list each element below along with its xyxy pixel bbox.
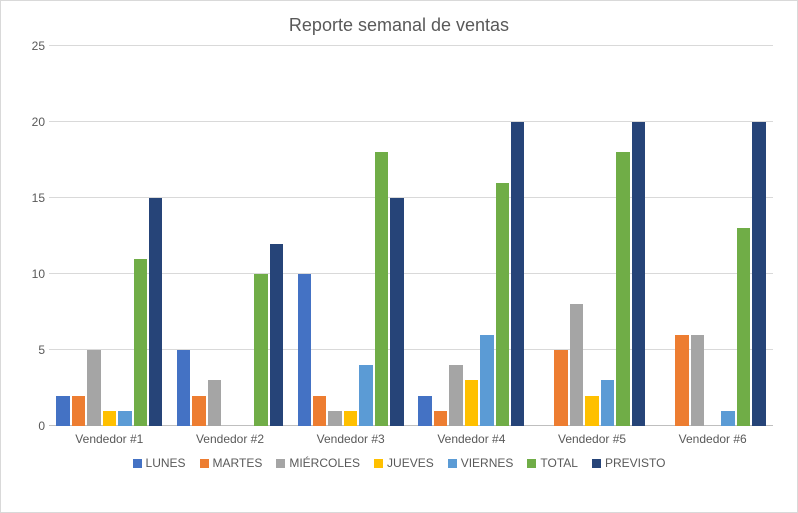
y-tick-label: 15 <box>32 191 45 205</box>
bar <box>149 198 162 426</box>
legend-item: MIÉRCOLES <box>276 456 360 470</box>
bar <box>72 396 85 426</box>
bar <box>675 335 688 426</box>
bar <box>465 380 478 426</box>
bar <box>344 411 357 426</box>
chart-title: Reporte semanal de ventas <box>17 15 781 36</box>
legend-label: MIÉRCOLES <box>289 456 360 470</box>
legend-item: VIERNES <box>448 456 514 470</box>
bar <box>511 122 524 426</box>
bar <box>632 122 645 426</box>
bar <box>390 198 403 426</box>
bar <box>554 350 567 426</box>
bars <box>298 46 404 426</box>
x-tick-label: Vendedor #5 <box>532 432 653 446</box>
y-tick-label: 5 <box>38 343 45 357</box>
bar <box>570 304 583 426</box>
bar <box>496 183 509 426</box>
bar <box>434 411 447 426</box>
x-tick-label: Vendedor #6 <box>652 432 773 446</box>
bar <box>134 259 147 426</box>
legend-label: PREVISTO <box>605 456 665 470</box>
plot-area: 0510152025 <box>49 46 773 426</box>
legend: LUNES MARTES MIÉRCOLES JUEVES VIERNES TOTAL PR… <box>17 456 781 470</box>
bars <box>660 46 766 426</box>
bar <box>691 335 704 426</box>
bar <box>721 411 734 426</box>
bar <box>480 335 493 426</box>
chart-frame: Reporte semanal de ventas 0510152025 Ven… <box>0 0 798 513</box>
legend-label: TOTAL <box>540 456 578 470</box>
bar <box>208 380 221 426</box>
bar <box>103 411 116 426</box>
legend-label: VIERNES <box>461 456 514 470</box>
bar-group <box>49 46 170 426</box>
x-axis-labels: Vendedor #1Vendedor #2Vendedor #3Vendedo… <box>49 432 773 446</box>
x-tick-label: Vendedor #3 <box>290 432 411 446</box>
legend-swatch <box>592 459 601 468</box>
bar <box>737 228 750 426</box>
bar <box>418 396 431 426</box>
legend-item: TOTAL <box>527 456 578 470</box>
legend-swatch <box>133 459 142 468</box>
bar-group <box>170 46 291 426</box>
legend-swatch <box>200 459 209 468</box>
bar <box>177 350 190 426</box>
bar-group <box>290 46 411 426</box>
bar <box>585 396 598 426</box>
y-tick-label: 20 <box>32 115 45 129</box>
bar <box>328 411 341 426</box>
bar-group <box>652 46 773 426</box>
y-tick-label: 0 <box>38 419 45 433</box>
legend-label: LUNES <box>146 456 186 470</box>
legend-item: LUNES <box>133 456 186 470</box>
bar <box>192 396 205 426</box>
bar-groups <box>49 46 773 426</box>
y-tick-label: 10 <box>32 267 45 281</box>
x-tick-label: Vendedor #1 <box>49 432 170 446</box>
x-tick-label: Vendedor #4 <box>411 432 532 446</box>
legend-item: PREVISTO <box>592 456 665 470</box>
legend-label: JUEVES <box>387 456 434 470</box>
bar-group <box>532 46 653 426</box>
bars <box>418 46 524 426</box>
bar <box>601 380 614 426</box>
bars <box>177 46 283 426</box>
x-tick-label: Vendedor #2 <box>170 432 291 446</box>
bars <box>56 46 162 426</box>
legend-swatch <box>527 459 536 468</box>
bars <box>539 46 645 426</box>
bar-group <box>411 46 532 426</box>
y-tick-label: 25 <box>32 39 45 53</box>
bar <box>298 274 311 426</box>
legend-label: MARTES <box>213 456 263 470</box>
bar <box>449 365 462 426</box>
bar <box>375 152 388 426</box>
bar <box>254 274 267 426</box>
bar <box>616 152 629 426</box>
bar <box>118 411 131 426</box>
legend-item: MARTES <box>200 456 263 470</box>
y-axis: 0510152025 <box>17 46 49 426</box>
bar <box>87 350 100 426</box>
legend-swatch <box>276 459 285 468</box>
bar <box>56 396 69 426</box>
bar <box>313 396 326 426</box>
legend-swatch <box>374 459 383 468</box>
legend-swatch <box>448 459 457 468</box>
bar <box>752 122 765 426</box>
bar <box>270 244 283 426</box>
legend-item: JUEVES <box>374 456 434 470</box>
bar <box>359 365 372 426</box>
